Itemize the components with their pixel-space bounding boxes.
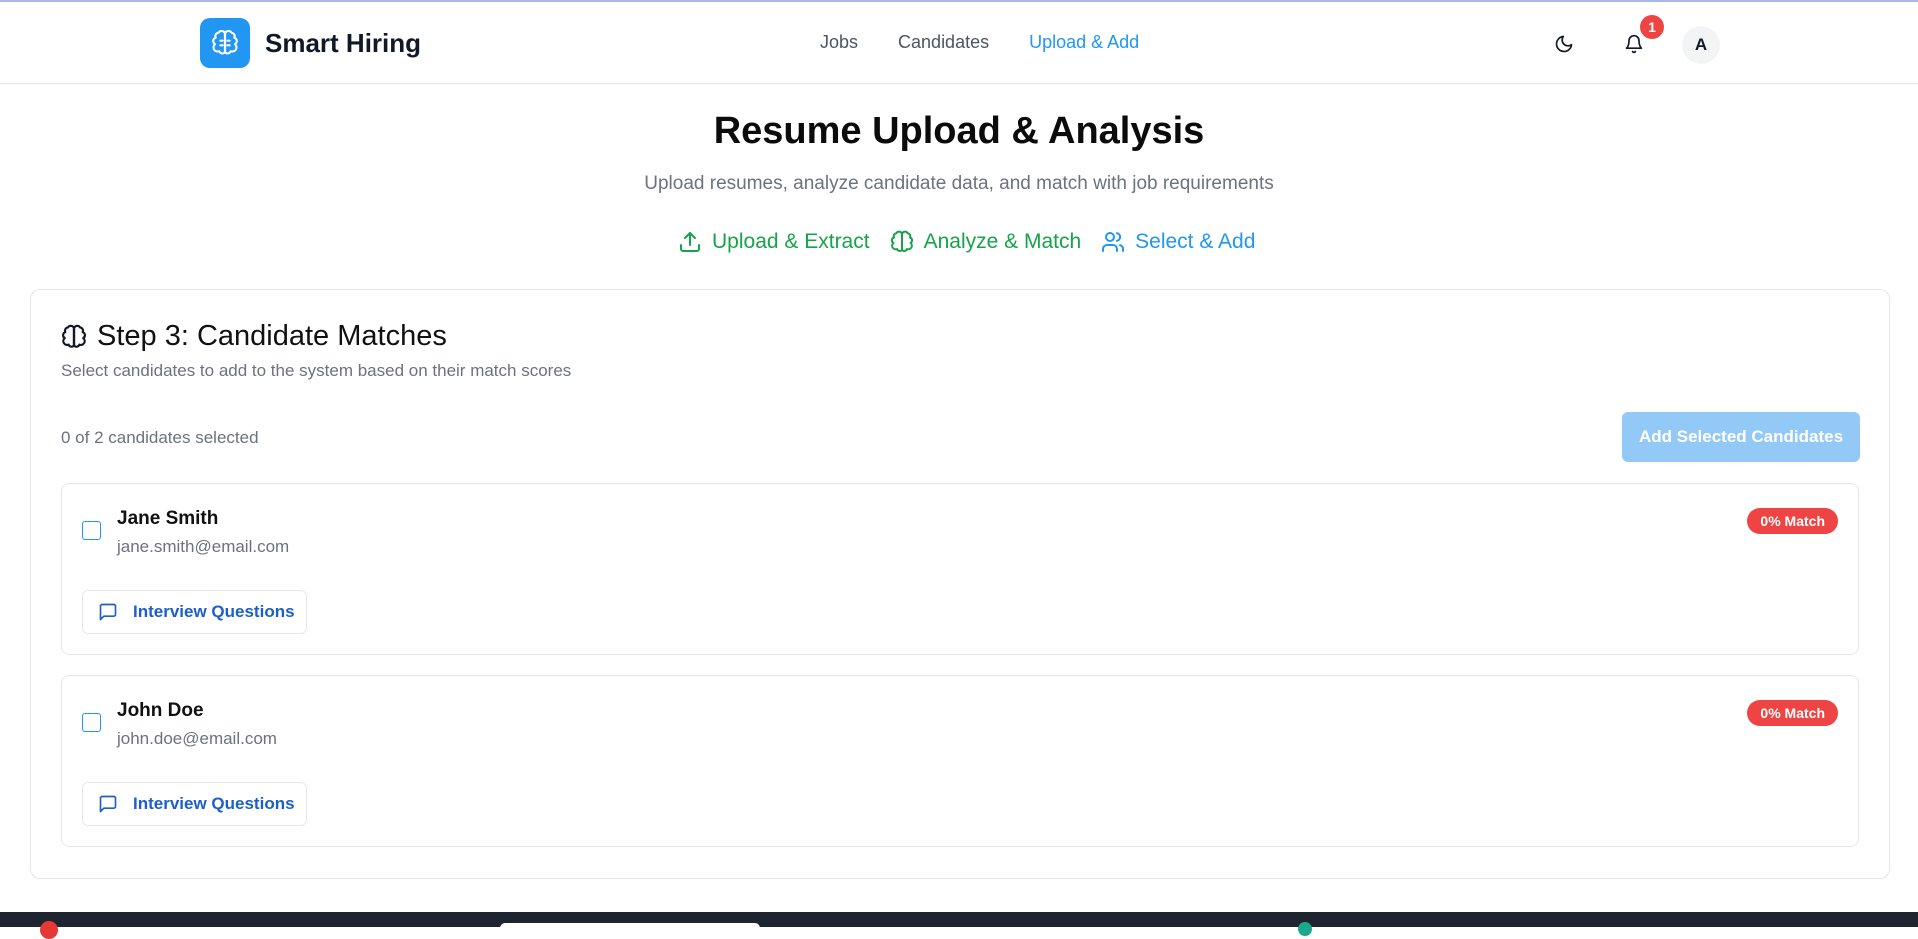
avatar[interactable]: A <box>1682 26 1720 64</box>
users-icon <box>1102 232 1125 252</box>
interview-questions-label: Interview Questions <box>133 602 295 621</box>
candidate-name: Jane Smith <box>117 508 219 529</box>
main-nav: Jobs Candidates Upload & Add <box>820 32 1179 53</box>
page-subtitle: Upload resumes, analyze candidate data, … <box>644 173 1274 194</box>
match-score-badge: 0% Match <box>1747 700 1838 726</box>
add-selected-candidates-button[interactable]: Add Selected Candidates <box>1622 412 1860 462</box>
candidate-card: John Doe john.doe@email.com 0% Match Int… <box>61 675 1859 847</box>
candidate-email: john.doe@email.com <box>117 729 277 748</box>
interview-questions-label: Interview Questions <box>133 794 295 813</box>
step-upload-extract[interactable]: Upload & Extract <box>678 230 870 254</box>
brain-icon <box>62 324 86 348</box>
candidate-checkbox[interactable] <box>82 713 101 732</box>
taskbar-search[interactable] <box>500 923 760 933</box>
brain-icon <box>890 230 913 252</box>
taskbar-app-icon[interactable] <box>1298 922 1312 936</box>
card-title-text: Step 3: Candidate Matches <box>97 320 447 352</box>
card-title: Step 3: Candidate Matches <box>61 320 447 353</box>
notification-badge: 1 <box>1640 15 1664 39</box>
top-navbar: Smart Hiring Jobs Candidates Upload & Ad… <box>0 2 1918 84</box>
brand-name: Smart Hiring <box>265 27 422 58</box>
os-taskbar <box>0 912 1918 939</box>
step-select-add[interactable]: Select & Add <box>1101 230 1255 254</box>
candidate-checkbox[interactable] <box>82 521 101 540</box>
step-indicator: Upload & Extract Analyze & Match Select … <box>678 230 1275 254</box>
interview-questions-button[interactable]: Interview Questions <box>82 782 307 826</box>
message-square-icon <box>99 603 117 621</box>
card-description: Select candidates to add to the system b… <box>61 361 572 380</box>
taskbar-app-icon[interactable] <box>40 921 58 939</box>
nav-link-jobs[interactable]: Jobs <box>820 32 858 53</box>
selected-count: 0 of 2 candidates selected <box>61 428 259 447</box>
interview-questions-button[interactable]: Interview Questions <box>82 590 307 634</box>
candidate-card: Jane Smith jane.smith@email.com 0% Match… <box>61 483 1859 655</box>
match-score-badge: 0% Match <box>1747 508 1838 534</box>
candidate-name: John Doe <box>117 700 204 721</box>
candidate-email: jane.smith@email.com <box>117 537 290 556</box>
candidate-matches-card: Step 3: Candidate Matches Select candida… <box>30 289 1890 879</box>
upload-icon <box>680 232 700 252</box>
nav-link-upload-add[interactable]: Upload & Add <box>1029 32 1139 53</box>
brand[interactable]: Smart Hiring <box>200 18 421 68</box>
step-analyze-match[interactable]: Analyze & Match <box>890 230 1082 254</box>
brain-icon <box>200 18 250 68</box>
step-label: Analyze & Match <box>923 230 1082 253</box>
moon-icon[interactable] <box>1546 26 1582 62</box>
page-title: Resume Upload & Analysis <box>713 110 1205 152</box>
step-label: Select & Add <box>1135 230 1256 253</box>
nav-link-candidates[interactable]: Candidates <box>898 32 989 53</box>
message-square-icon <box>99 795 117 813</box>
step-label: Upload & Extract <box>712 230 870 253</box>
